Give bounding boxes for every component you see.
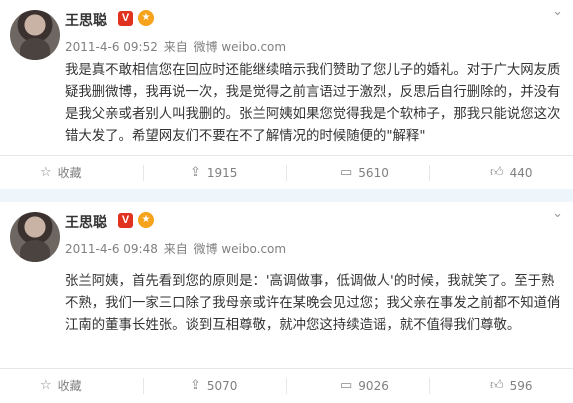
verified-badge-icon[interactable]: V bbox=[118, 213, 133, 228]
source-prefix: 来自 bbox=[163, 242, 188, 256]
action-bar: ☆ 收藏 ⇪ 5070 ▭ 9026 👍︎ 596 bbox=[0, 368, 573, 402]
comment-icon: ▭ bbox=[340, 378, 353, 393]
author-name[interactable]: 王思聪 bbox=[65, 212, 107, 232]
chevron-down-icon[interactable]: ⌄ bbox=[552, 4, 563, 19]
action-bar: ☆ 收藏 ⇪ 1915 ▭ 5610 👍︎ 440 bbox=[0, 155, 573, 189]
divider bbox=[143, 165, 144, 181]
source-prefix: 来自 bbox=[163, 40, 188, 54]
divider bbox=[429, 165, 430, 181]
favorite-button[interactable]: ☆ 收藏 bbox=[40, 156, 82, 190]
favorite-label: 收藏 bbox=[57, 166, 82, 180]
repost-button[interactable]: ⇪ 5070 bbox=[190, 369, 237, 403]
crown-badge-icon[interactable]: ★ bbox=[138, 10, 154, 26]
repost-button[interactable]: ⇪ 1915 bbox=[190, 156, 237, 190]
comment-button[interactable]: ▭ 5610 bbox=[340, 156, 389, 190]
comment-button[interactable]: ▭ 9026 bbox=[340, 369, 389, 403]
weibo-post: 王思聪 V ★ ⌄ 2011-4-6 09:52 来自 微博 weibo.com… bbox=[0, 0, 573, 189]
divider bbox=[286, 165, 287, 181]
post-time[interactable]: 2011-4-6 09:48 bbox=[65, 242, 158, 256]
star-icon: ☆ bbox=[40, 378, 52, 393]
divider bbox=[429, 378, 430, 394]
thumbs-up-icon: 👍︎ bbox=[490, 378, 504, 393]
divider bbox=[286, 378, 287, 394]
repost-count: 5070 bbox=[206, 379, 238, 393]
like-button[interactable]: 👍︎ 440 bbox=[490, 156, 533, 190]
comment-icon: ▭ bbox=[340, 165, 353, 180]
weibo-post: 王思聪 V ★ ⌄ 2011-4-6 09:48 来自 微博 weibo.com… bbox=[0, 202, 573, 402]
favorite-label: 收藏 bbox=[57, 379, 82, 393]
comment-count: 5610 bbox=[358, 166, 389, 180]
author-name[interactable]: 王思聪 bbox=[65, 10, 107, 30]
repost-count: 1915 bbox=[206, 166, 238, 180]
thumbs-up-icon: 👍︎ bbox=[490, 165, 504, 180]
post-meta: 2011-4-6 09:52 来自 微博 weibo.com bbox=[65, 38, 286, 55]
favorite-button[interactable]: ☆ 收藏 bbox=[40, 369, 82, 403]
avatar[interactable] bbox=[10, 212, 60, 262]
divider bbox=[143, 378, 144, 394]
like-button[interactable]: 👍︎ 596 bbox=[490, 369, 533, 403]
post-text: 张兰阿姨，首先看到您的原则是：'高调做事，低调做人'的时候，我就笑了。至于熟不熟… bbox=[65, 274, 561, 333]
like-count: 440 bbox=[509, 166, 533, 180]
chevron-down-icon[interactable]: ⌄ bbox=[552, 206, 563, 221]
like-count: 596 bbox=[509, 379, 533, 393]
post-meta: 2011-4-6 09:48 来自 微博 weibo.com bbox=[65, 240, 286, 257]
post-source[interactable]: 微博 weibo.com bbox=[194, 40, 287, 54]
post-time[interactable]: 2011-4-6 09:52 bbox=[65, 40, 158, 54]
repost-icon: ⇪ bbox=[190, 165, 201, 180]
verified-badge-icon[interactable]: V bbox=[118, 11, 133, 26]
post-text: 我是真不敢相信您在回应时还能继续暗示我们赞助了您儿子的婚礼。对于广大网友质疑我删… bbox=[65, 63, 561, 144]
post-separator bbox=[0, 189, 573, 202]
star-icon: ☆ bbox=[40, 165, 52, 180]
repost-icon: ⇪ bbox=[190, 378, 201, 393]
avatar[interactable] bbox=[10, 10, 60, 60]
crown-badge-icon[interactable]: ★ bbox=[138, 212, 154, 228]
comment-count: 9026 bbox=[358, 379, 389, 393]
post-source[interactable]: 微博 weibo.com bbox=[194, 242, 287, 256]
